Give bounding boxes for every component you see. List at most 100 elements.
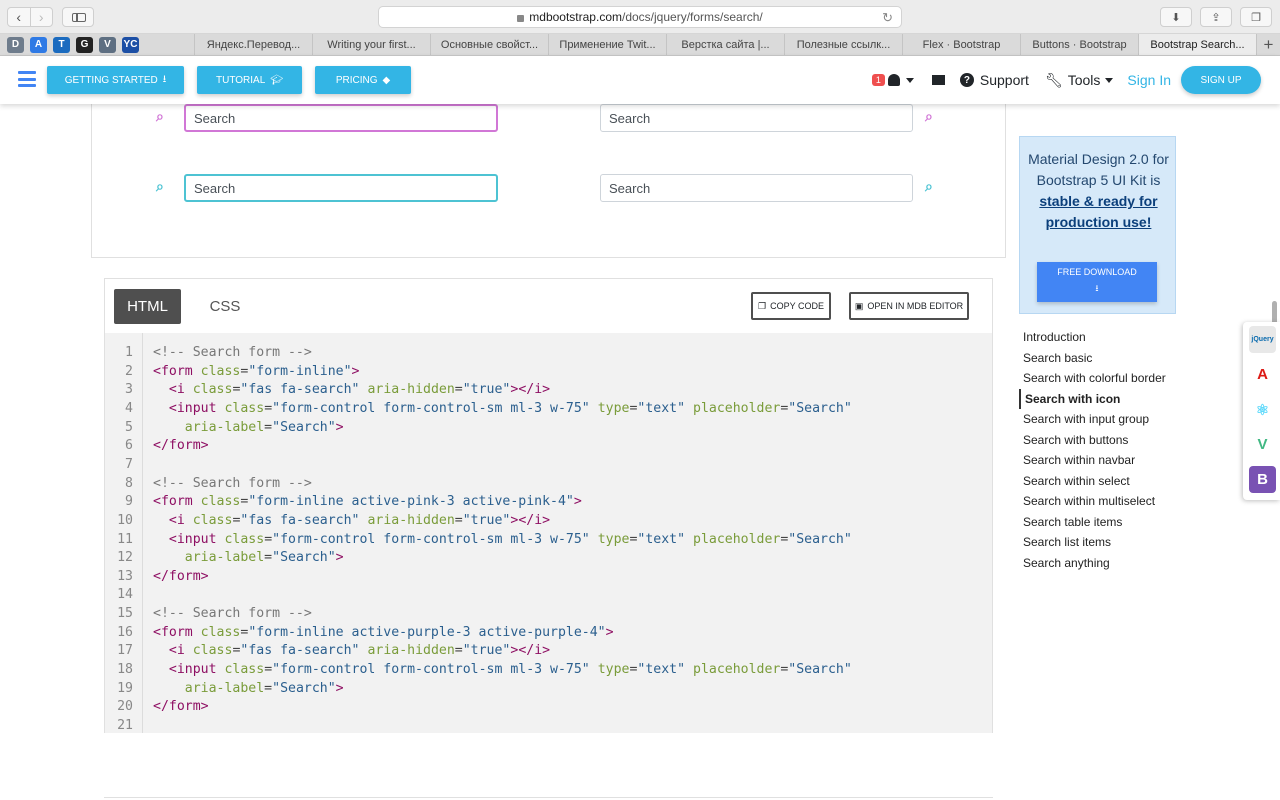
sign-in-link[interactable]: Sign In (1127, 72, 1171, 88)
getting-started-button[interactable]: GETTING STARTED ⭳ (47, 66, 184, 94)
menu-icon[interactable] (18, 71, 36, 87)
line-number: 13 (117, 568, 133, 584)
reload-icon[interactable]: ↻ (882, 10, 893, 26)
vue-icon[interactable]: V (1249, 431, 1276, 458)
toc-link[interactable]: Search anything (1019, 553, 1199, 574)
bell-icon[interactable] (887, 74, 900, 86)
browser-tab[interactable]: Применение Twit... (548, 34, 666, 55)
bookmark-icon[interactable]: G (76, 36, 93, 53)
line-number: 16 (117, 624, 133, 640)
url-path: /docs/jquery/forms/search/ (622, 10, 763, 24)
support-link[interactable]: Support (980, 72, 1029, 88)
forward-button[interactable]: › (31, 8, 53, 26)
address-bar[interactable]: mdbootstrap.com/docs/jquery/forms/search… (378, 6, 902, 28)
toc-link[interactable]: Search with input group (1019, 409, 1199, 430)
new-tab-button[interactable]: + (1256, 34, 1280, 55)
toc-link[interactable]: Search with icon (1019, 388, 1199, 409)
history-buttons: ‹ › (7, 7, 53, 27)
code-text: <input class="form-control form-control-… (168, 662, 852, 678)
wrench-icon: 🔧︎ (1044, 71, 1063, 88)
browser-tab[interactable]: Writing your first... (312, 34, 430, 55)
url-host: mdbootstrap.com (529, 10, 622, 24)
line-number: 8 (125, 475, 133, 491)
react-icon[interactable]: ⚛ (1249, 396, 1276, 423)
tabs-overview-button[interactable]: ❐ (1240, 7, 1272, 27)
code-text: aria-label="Search"> (184, 419, 344, 435)
lock-icon (517, 14, 525, 22)
code-block[interactable]: 1 <!-- Search form --> 2 <form class="form-… (105, 333, 992, 733)
toc-link[interactable]: Introduction (1019, 327, 1199, 348)
search-input[interactable]: Search (184, 104, 498, 132)
tools-caret-icon[interactable] (1105, 77, 1114, 83)
favorites-bar: D A T G V YC (0, 34, 194, 55)
search-input[interactable]: Search (600, 174, 913, 202)
envelope-icon[interactable] (931, 75, 945, 85)
toc-link[interactable]: Search within navbar (1019, 450, 1199, 471)
bookmark-icon[interactable]: T (53, 36, 70, 53)
line-number: 9 (125, 494, 133, 510)
code-text: </form> (153, 568, 209, 584)
copy-code-button[interactable]: ❐ COPY CODE (751, 292, 831, 320)
line-number: 12 (117, 550, 133, 566)
promo-link[interactable]: stable & ready for production use! (1039, 193, 1157, 230)
line-number: 5 (125, 419, 133, 435)
open-editor-button[interactable]: ▣ OPEN IN MDB EDITOR (849, 292, 969, 320)
sidebar-icon (72, 13, 86, 22)
code-text: <!-- Search form --> (153, 345, 312, 360)
copy-code-label: COPY CODE (770, 301, 824, 311)
search-icon: ⌕ (925, 178, 933, 194)
bookmark-icon[interactable]: D (7, 36, 24, 53)
toc-link[interactable]: Search within multiselect (1019, 491, 1199, 512)
angular-icon[interactable]: A (1249, 361, 1276, 388)
browser-tab[interactable]: Основные свойст... (430, 34, 548, 55)
getting-started-label: GETTING STARTED (64, 74, 158, 86)
browser-tab[interactable]: Верстка сайта |... (666, 34, 784, 55)
tutorial-label: TUTORIAL (216, 74, 266, 86)
toc-link[interactable]: Search basic (1019, 348, 1199, 369)
browser-tab[interactable]: Buttons · Bootstrap (1020, 34, 1138, 55)
tab-css[interactable]: CSS (181, 289, 269, 324)
toc-link[interactable]: Search with buttons (1019, 430, 1199, 451)
browser-tab[interactable]: Bootstrap Search... (1138, 34, 1256, 55)
browser-tab[interactable]: Яндекс.Перевод... (194, 34, 312, 55)
divider (104, 797, 993, 798)
bookmark-icon[interactable]: YC (122, 36, 139, 53)
tutorial-button[interactable]: TUTORIAL 🎓︎ (197, 66, 302, 94)
tab-html[interactable]: HTML (114, 289, 181, 324)
bookmark-icon[interactable]: A (30, 36, 47, 53)
sign-up-button[interactable]: SIGN UP (1181, 66, 1261, 94)
free-download-button[interactable]: FREE DOWNLOAD ⭳ (1037, 262, 1157, 302)
download-icon: ⭳ (162, 73, 167, 85)
toc-link[interactable]: Search with colorful border (1019, 368, 1199, 389)
code-text: <i class="fas fa-search" aria-hidden="tr… (168, 512, 551, 528)
navbar-right: 1 ? Support 🔧︎ Tools Sign In SIGN UP (871, 56, 1280, 104)
browser-tab[interactable]: Flex · Bootstrap (902, 34, 1020, 55)
bookmark-icon[interactable]: V (99, 36, 116, 53)
line-number: 17 (117, 643, 133, 659)
code-text: aria-label="Search"> (184, 680, 344, 696)
sidebar-toggle-button[interactable] (62, 7, 94, 27)
jquery-icon[interactable]: jQuery (1249, 326, 1276, 353)
toc-link[interactable]: Search within select (1019, 471, 1199, 492)
search-icon: ⌕ (156, 108, 164, 124)
back-button[interactable]: ‹ (8, 8, 31, 26)
search-input[interactable]: Search (600, 104, 913, 132)
site-navbar: GETTING STARTED ⭳ TUTORIAL 🎓︎ PRICING ◆ 1 ?… (0, 56, 1280, 104)
chevron-down-icon[interactable] (905, 77, 914, 83)
toc-link[interactable]: Search table items (1019, 512, 1199, 533)
tools-dropdown[interactable]: Tools (1068, 72, 1101, 88)
code-text: <form class="form-inline active-purple-3… (153, 624, 614, 640)
promo-line: Material Design 2.0 for Bootstrap 5 UI K… (1028, 151, 1169, 188)
share-button[interactable]: ⇪ (1200, 7, 1232, 27)
browser-tab[interactable]: Полезные ссылк... (784, 34, 902, 55)
toc-link[interactable]: Search list items (1019, 532, 1199, 553)
line-number: 3 (125, 382, 133, 398)
code-text: </form> (153, 699, 209, 715)
line-number: 19 (117, 680, 133, 696)
bootstrap-icon[interactable]: B (1249, 466, 1276, 493)
search-input[interactable]: Search (184, 174, 498, 202)
search-icon: ⌕ (925, 108, 933, 124)
downloads-button[interactable]: ⬇ (1160, 7, 1192, 27)
pricing-button[interactable]: PRICING ◆ (315, 66, 411, 94)
code-text: <form class="form-inline"> (153, 363, 360, 379)
